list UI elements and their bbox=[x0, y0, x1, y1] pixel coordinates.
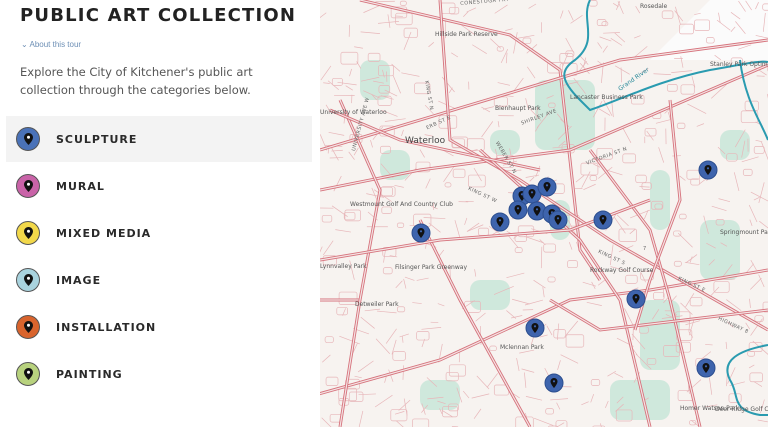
art-marker[interactable] bbox=[537, 177, 557, 197]
park-area bbox=[420, 380, 460, 410]
art-marker[interactable] bbox=[490, 212, 510, 232]
road-label: HIGHWAY 8 bbox=[717, 316, 749, 335]
intro-text: Explore the City of Kitchener's public a… bbox=[20, 65, 253, 97]
park-area bbox=[470, 280, 510, 310]
category-label: INSTALLATION bbox=[56, 320, 157, 334]
art-marker[interactable] bbox=[411, 223, 431, 243]
art-marker[interactable] bbox=[698, 160, 718, 180]
place-label: Westmount Golf And Country Club bbox=[350, 201, 453, 208]
road-label: 7 bbox=[643, 246, 647, 252]
road-label: VICTORIA ST N bbox=[585, 146, 628, 166]
map-canvas[interactable]: Rosedale Hillside Park Reserve Stanley Par… bbox=[320, 0, 768, 427]
about-tour-toggle[interactable]: ⌄ About this tour bbox=[21, 40, 81, 49]
place-label: Lynnvalley Park bbox=[320, 263, 367, 270]
place-label: Rockway Golf Course bbox=[590, 267, 654, 274]
chevron-down-icon: ⌄ bbox=[21, 40, 28, 49]
category-mural[interactable]: MURAL bbox=[6, 163, 312, 209]
category-label: IMAGE bbox=[56, 273, 102, 287]
map-pin-icon bbox=[16, 268, 40, 292]
place-label: Springmount Park bbox=[720, 229, 768, 236]
side-panel: PUBLIC ART COLLECTION ⌄ About this tour … bbox=[0, 0, 320, 427]
category-label: MURAL bbox=[56, 179, 105, 193]
map-pin-icon bbox=[16, 174, 40, 198]
map-pin-icon bbox=[16, 221, 40, 245]
art-marker[interactable] bbox=[626, 289, 646, 309]
place-label: University of Waterloo bbox=[320, 109, 387, 116]
category-installation[interactable]: INSTALLATION bbox=[6, 304, 312, 350]
art-marker[interactable] bbox=[508, 200, 528, 220]
art-marker[interactable] bbox=[696, 358, 716, 378]
place-label: Filsinger Park Greenway bbox=[395, 264, 467, 271]
road-label: CONESTOGA PKY bbox=[460, 0, 510, 7]
park-area bbox=[720, 130, 750, 160]
road-label: KING ST S bbox=[597, 249, 626, 267]
category-mixed-media[interactable]: MIXED MEDIA bbox=[6, 210, 312, 256]
art-marker[interactable] bbox=[525, 318, 545, 338]
place-label: Lancaster Business Park bbox=[570, 94, 643, 101]
place-label: Rosedale bbox=[640, 3, 668, 10]
place-label: Stanley Park Optimist Natural bbox=[710, 61, 768, 68]
place-label: Mclennan Park bbox=[500, 344, 544, 351]
category-label: PAINTING bbox=[56, 367, 123, 381]
art-marker[interactable] bbox=[544, 373, 564, 393]
category-sculpture[interactable]: SCULPTURE bbox=[6, 116, 312, 162]
map-pin-icon bbox=[16, 315, 40, 339]
map-pin-icon bbox=[16, 127, 40, 151]
place-label: Bienhaupt Park bbox=[495, 105, 541, 112]
category-label: SCULPTURE bbox=[56, 132, 138, 146]
place-label: Deer Ridge Golf Course bbox=[715, 406, 768, 413]
place-label: Hillside Park Reserve bbox=[435, 31, 498, 38]
place-label: Waterloo bbox=[405, 136, 446, 146]
park-area bbox=[360, 60, 390, 100]
park-area bbox=[650, 170, 670, 230]
category-label: MIXED MEDIA bbox=[56, 226, 152, 240]
map[interactable]: Rosedale Hillside Park Reserve Stanley Par… bbox=[320, 0, 768, 427]
art-marker[interactable] bbox=[548, 210, 568, 230]
art-marker[interactable] bbox=[593, 210, 613, 230]
road-label: KING ST N bbox=[423, 80, 434, 111]
about-tour-label: About this tour bbox=[29, 40, 82, 49]
map-pin-icon bbox=[16, 362, 40, 386]
category-image[interactable]: IMAGE bbox=[6, 257, 312, 303]
category-painting[interactable]: PAINTING bbox=[6, 351, 312, 397]
page-title: PUBLIC ART COLLECTION bbox=[20, 5, 297, 26]
place-label: Detweiler Park bbox=[355, 301, 399, 308]
road-label: UNIVERSITY AVE W bbox=[351, 97, 371, 152]
